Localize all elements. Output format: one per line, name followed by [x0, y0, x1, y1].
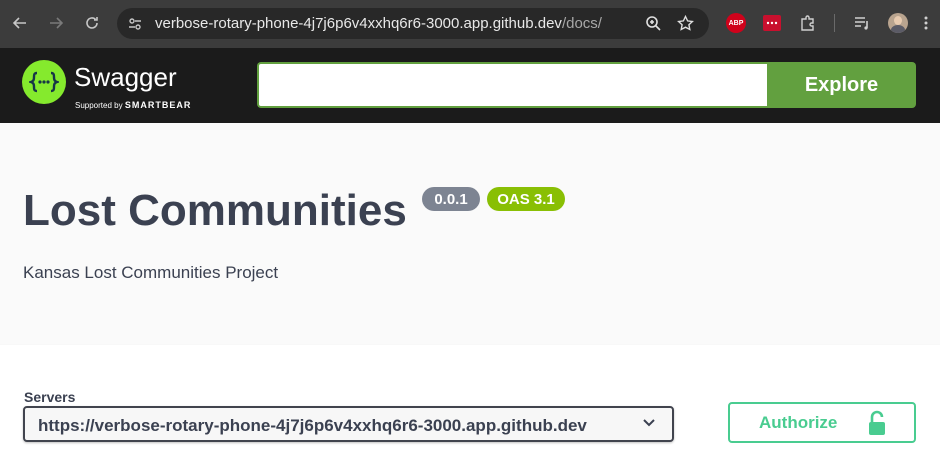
toolbar-divider: [834, 14, 835, 32]
avatar: [888, 13, 908, 33]
media-controls-button[interactable]: [851, 12, 873, 34]
reload-icon: [86, 17, 98, 29]
swagger-logo[interactable]: [22, 60, 66, 104]
dots-extension-icon: [763, 15, 781, 31]
arrow-left-icon: [12, 17, 26, 29]
servers-select[interactable]: https://verbose-rotary-phone-4j7j6p6v4xx…: [23, 406, 674, 442]
version-badge: 0.0.1: [422, 187, 480, 211]
profile-button[interactable]: [887, 12, 909, 34]
servers-selected-value: https://verbose-rotary-phone-4j7j6p6v4xx…: [38, 416, 587, 435]
playlist-icon: [855, 17, 868, 30]
site-settings-icon[interactable]: [127, 16, 143, 32]
swagger-braces-icon: [29, 71, 59, 93]
swagger-topbar: Swagger Supported by SMARTBEAR Explore: [0, 48, 940, 123]
servers-section: Servers https://verbose-rotary-phone-4j7…: [0, 345, 940, 473]
arrow-right-icon: [50, 17, 64, 29]
back-button[interactable]: [7, 10, 33, 36]
swagger-logo-subtitle: Supported by SMARTBEAR: [75, 100, 192, 110]
zoom-icon[interactable]: [645, 15, 662, 32]
url-text: verbose-rotary-phone-4j7j6p6v4xxhq6r6-30…: [155, 15, 602, 32]
api-title: Lost Communities: [23, 186, 407, 235]
oas-badge: OAS 3.1: [487, 187, 565, 211]
puzzle-icon: [801, 15, 814, 31]
explore-url-input[interactable]: [257, 62, 767, 108]
extension-button[interactable]: [761, 12, 783, 34]
unlock-icon: [869, 410, 885, 435]
api-description: Kansas Lost Communities Project: [23, 263, 279, 282]
abp-icon: ABP: [726, 13, 746, 33]
authorize-button[interactable]: Authorize: [728, 402, 916, 443]
chevron-down-icon: [643, 419, 655, 427]
authorize-label: Authorize: [759, 413, 838, 432]
more-vertical-icon: [924, 16, 928, 30]
forward-button[interactable]: [43, 10, 69, 36]
bookmark-star-icon[interactable]: [677, 15, 694, 32]
explore-button[interactable]: Explore: [767, 62, 916, 108]
extensions-menu-button[interactable]: [797, 12, 819, 34]
address-bar[interactable]: verbose-rotary-phone-4j7j6p6v4xxhq6r6-30…: [117, 8, 709, 39]
servers-label: Servers: [24, 389, 76, 405]
swagger-logo-text: Swagger: [74, 62, 177, 92]
browser-menu-button[interactable]: [915, 12, 937, 34]
api-info-section: Lost Communities 0.0.1 OAS 3.1 Kansas Lo…: [0, 123, 940, 345]
reload-button[interactable]: [79, 10, 105, 36]
adblock-extension-button[interactable]: ABP: [725, 12, 747, 34]
browser-toolbar: verbose-rotary-phone-4j7j6p6v4xxhq6r6-30…: [0, 0, 940, 48]
